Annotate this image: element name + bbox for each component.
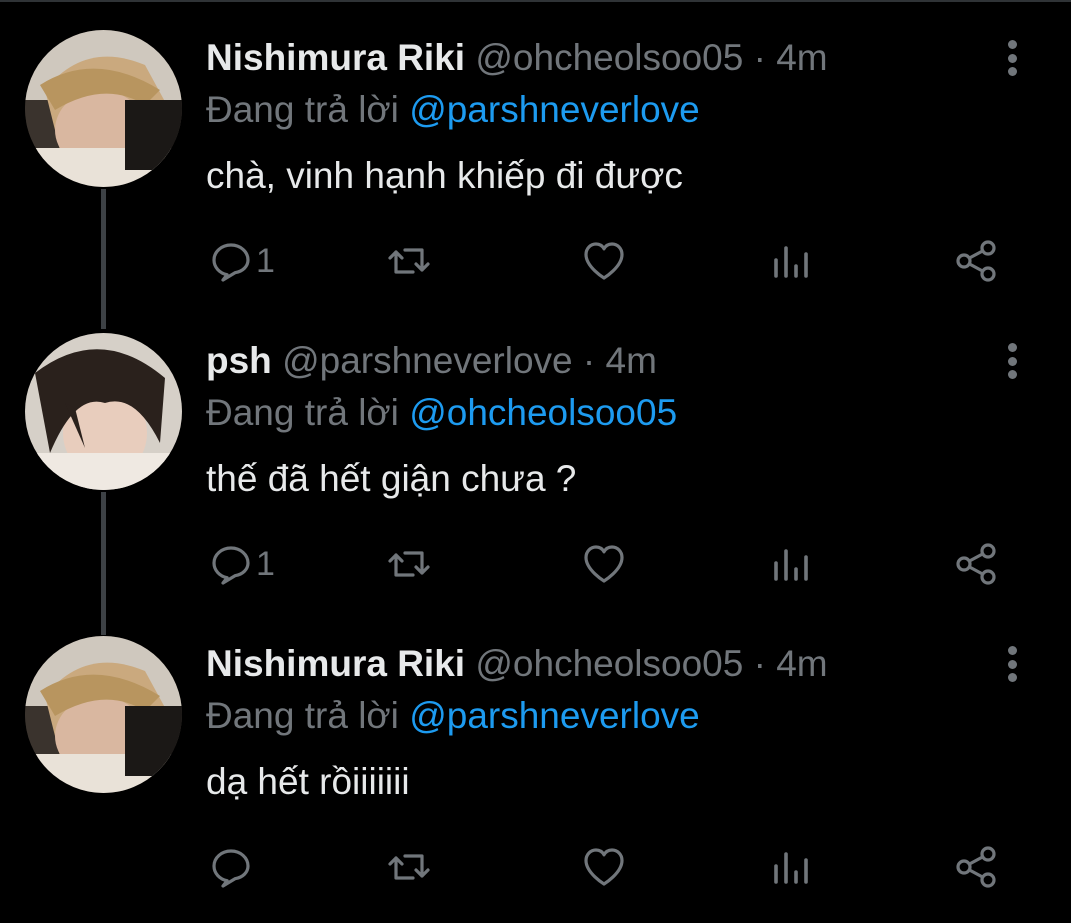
reply-icon xyxy=(212,849,250,888)
tweet-time[interactable]: · 4m xyxy=(583,340,657,381)
reply-icon xyxy=(212,243,250,282)
reply-mention-link[interactable]: @parshneverlove xyxy=(409,695,700,736)
tweet-time[interactable]: · 4m xyxy=(754,643,828,684)
like-button[interactable] xyxy=(581,541,627,587)
replying-to-label: Đang trả lời xyxy=(206,695,399,736)
analytics-button[interactable] xyxy=(768,844,814,890)
retweet-icon xyxy=(388,854,430,880)
like-icon xyxy=(584,242,624,280)
avatar-photo xyxy=(25,333,182,490)
tweet-text: chà, vinh hạnh khiếp đi được xyxy=(206,155,683,196)
share-icon xyxy=(956,240,996,282)
reply-icon xyxy=(212,546,250,585)
replying-to-label: Đang trả lời xyxy=(206,89,399,130)
more-dot xyxy=(1007,40,1017,49)
like-button[interactable] xyxy=(581,238,627,284)
more-dot xyxy=(1007,646,1017,655)
replying-to-label: Đang trả lời xyxy=(206,392,399,433)
reply-button[interactable]: 1 xyxy=(208,541,275,587)
reply-count: 1 xyxy=(256,545,275,583)
reply-count: 1 xyxy=(256,242,275,280)
more-dot xyxy=(1007,356,1017,366)
replying-to: Đang trả lời @parshneverlove xyxy=(206,694,700,738)
avatar[interactable] xyxy=(25,636,182,793)
tweet[interactable]: Nishimura Riki @ohcheolsoo05 · 4m Đang t… xyxy=(0,608,1071,911)
analytics-button[interactable] xyxy=(768,541,814,587)
display-name[interactable]: Nishimura Riki xyxy=(206,643,465,684)
analytics-icon xyxy=(774,246,808,278)
more-dot xyxy=(1007,673,1017,682)
retweet-button[interactable] xyxy=(386,541,432,587)
retweet-icon xyxy=(388,551,430,577)
tweet[interactable]: Nishimura Riki @ohcheolsoo05 · 4m Đang t… xyxy=(0,2,1071,305)
tweet-text: thế đã hết giận chưa ? xyxy=(206,458,577,499)
tweet-time[interactable]: · 4m xyxy=(754,37,828,78)
retweet-button[interactable] xyxy=(386,844,432,890)
share-button[interactable] xyxy=(954,238,1000,284)
retweet-button[interactable] xyxy=(386,238,432,284)
share-icon xyxy=(956,846,996,888)
avatar-photo xyxy=(25,30,182,187)
tweet-header: Nishimura Riki @ohcheolsoo05 · 4m xyxy=(206,642,828,686)
share-button[interactable] xyxy=(954,541,1000,587)
retweet-icon xyxy=(388,248,430,274)
share-icon xyxy=(956,543,996,585)
reply-button[interactable]: 1 xyxy=(208,238,275,284)
analytics-icon xyxy=(774,549,808,581)
more-dot xyxy=(1007,370,1017,379)
user-handle[interactable]: @parshneverlove xyxy=(282,340,573,381)
avatar[interactable] xyxy=(25,333,182,490)
share-button[interactable] xyxy=(954,844,1000,890)
reply-mention-link[interactable]: @ohcheolsoo05 xyxy=(409,392,677,433)
replying-to: Đang trả lời @parshneverlove xyxy=(206,88,700,132)
tweet-header: Nishimura Riki @ohcheolsoo05 · 4m xyxy=(206,36,828,80)
reply-mention-link[interactable]: @parshneverlove xyxy=(409,89,700,130)
reply-button[interactable] xyxy=(208,844,256,890)
replying-to: Đang trả lời @ohcheolsoo05 xyxy=(206,391,677,435)
display-name[interactable]: psh xyxy=(206,340,272,381)
more-options-button[interactable] xyxy=(995,644,1029,684)
user-handle[interactable]: @ohcheolsoo05 xyxy=(475,37,743,78)
more-dot xyxy=(1007,53,1017,63)
user-handle[interactable]: @ohcheolsoo05 xyxy=(475,643,743,684)
avatar-photo xyxy=(25,636,182,793)
analytics-icon xyxy=(774,852,808,884)
more-dot xyxy=(1007,659,1017,669)
like-button[interactable] xyxy=(581,844,627,890)
analytics-button[interactable] xyxy=(768,238,814,284)
display-name[interactable]: Nishimura Riki xyxy=(206,37,465,78)
like-icon xyxy=(584,848,624,886)
more-options-button[interactable] xyxy=(995,38,1029,78)
thread-view: Nishimura Riki @ohcheolsoo05 · 4m Đang t… xyxy=(0,0,1071,923)
tweet-header: psh @parshneverlove · 4m xyxy=(206,339,657,383)
more-dot xyxy=(1007,67,1017,76)
tweet-text: dạ hết rồiiiiiii xyxy=(206,761,410,802)
tweet[interactable]: psh @parshneverlove · 4m Đang trả lời @o… xyxy=(0,305,1071,608)
more-options-button[interactable] xyxy=(995,341,1029,381)
avatar[interactable] xyxy=(25,30,182,187)
like-icon xyxy=(584,545,624,583)
more-dot xyxy=(1007,343,1017,352)
